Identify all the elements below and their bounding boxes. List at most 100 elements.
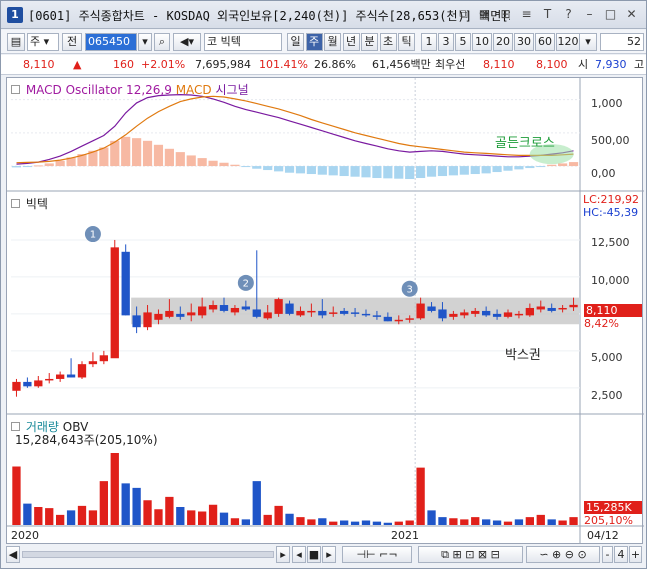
- volume-bar: [66, 510, 76, 525]
- volume-bar: [438, 517, 447, 525]
- candle-body: [503, 312, 513, 317]
- panel-toggle-icon[interactable]: [11, 85, 20, 94]
- oscillator-bar: [339, 166, 349, 177]
- interval-button-3[interactable]: 3: [438, 33, 454, 51]
- interval-dropdown-icon[interactable]: ▾: [579, 33, 597, 51]
- volume-bar: [176, 507, 185, 525]
- code-dropdown-icon[interactable]: ▾: [138, 33, 152, 51]
- candle-body: [132, 315, 141, 328]
- volume-bar: [263, 514, 272, 525]
- volume-bar: [45, 508, 54, 525]
- interval-button-5[interactable]: 5: [455, 33, 471, 51]
- candle-body: [471, 310, 480, 314]
- zoom-in-button[interactable]: +: [629, 546, 642, 563]
- zoom-tools-icon[interactable]: ∽ ⊕ ⊖ ⊙: [526, 546, 600, 563]
- search-icon[interactable]: ⌕: [154, 33, 170, 51]
- candle-body: [34, 380, 43, 387]
- interval-button-1[interactable]: 1: [421, 33, 437, 51]
- volume-bar: [340, 520, 349, 525]
- bottom-nav-bar: ◀ ▸ ◂ ■ ▸ ⊣⊢ ⌐¬ ⧉ ⊞ ⊡ ⊠ ⊟ ∽ ⊕ ⊖ ⊙ - 4 +: [6, 544, 643, 566]
- candle-body: [361, 313, 371, 316]
- candle-body: [230, 307, 240, 313]
- period-button-5[interactable]: 초: [379, 33, 397, 51]
- period-button-1[interactable]: 주: [305, 33, 323, 51]
- signal-series-label: 시그널: [215, 83, 249, 97]
- oscillator-bar: [121, 136, 131, 167]
- grid-icon[interactable]: ⊞: [497, 6, 514, 23]
- volume-bar: [154, 509, 163, 525]
- period-button-6[interactable]: 틱: [398, 33, 415, 51]
- interval-button-120[interactable]: 120: [556, 33, 580, 51]
- step-back-icon[interactable]: ◂: [292, 546, 306, 563]
- candle-body: [416, 303, 425, 319]
- volume-bar: [296, 517, 305, 525]
- count-input[interactable]: 52: [600, 33, 644, 51]
- scroll-left-icon[interactable]: ◀: [6, 546, 20, 563]
- volume-bar: [525, 517, 534, 525]
- oscillator-bar: [252, 166, 262, 169]
- interval-button-60[interactable]: 60: [535, 33, 555, 51]
- prev-button[interactable]: 전: [62, 33, 82, 51]
- play-back-icon[interactable]: ▸: [276, 546, 290, 563]
- candle-body: [394, 319, 403, 322]
- stop-icon[interactable]: ■: [307, 546, 321, 563]
- volume-value: 7,695,984: [195, 58, 251, 71]
- macd-series-label: MACD: [175, 83, 212, 97]
- view-tools-icon[interactable]: ⧉ ⊞ ⊡ ⊠ ⊟: [418, 546, 523, 563]
- candle-body: [12, 381, 21, 391]
- speaker-icon[interactable]: ◀▾: [173, 33, 201, 51]
- price-panel-toggle-icon[interactable]: [11, 199, 20, 208]
- oscillator-bar: [197, 158, 207, 167]
- zoom-level-value[interactable]: 4: [614, 546, 628, 563]
- stock-name-field[interactable]: 코 빅텍: [204, 33, 282, 51]
- scrollbar-track[interactable]: [22, 551, 274, 558]
- minimize-icon[interactable]: –: [581, 6, 598, 23]
- draw-tools-icon[interactable]: ⊣⊢ ⌐¬: [342, 546, 412, 563]
- oscillator-bar: [11, 166, 22, 168]
- period-button-3[interactable]: 년: [342, 33, 360, 51]
- lc-label: LC:219,92: [583, 193, 640, 206]
- zoom-out-button[interactable]: -: [602, 546, 613, 563]
- window-number: 1: [7, 7, 23, 23]
- calculator-icon[interactable]: ▦: [476, 6, 493, 23]
- period-button-2[interactable]: 월: [324, 33, 341, 51]
- candle-body: [187, 312, 196, 316]
- code-input[interactable]: 065450: [85, 33, 137, 51]
- layout-icon[interactable]: ▤: [7, 33, 25, 51]
- interval-button-10[interactable]: 10: [472, 33, 492, 51]
- candle-body: [143, 312, 152, 328]
- candle-body: [449, 313, 458, 317]
- toolbar: ▤ 주 ▾ 전 065450 ▾ ⌕ ◀▾ 코 빅텍 ▾ 52 일주월년분초틱1…: [1, 30, 646, 54]
- period-button-0[interactable]: 일: [287, 33, 304, 51]
- chart-area[interactable]: 1 2 3 MACD Oscillator 12,26,9 MACD 시그널 골든크…: [6, 77, 644, 545]
- play-forward-icon[interactable]: ▸: [322, 546, 336, 563]
- volume-value-label: 15,284,643주(205,10%): [15, 433, 158, 447]
- volume-bar: [492, 520, 502, 525]
- oscillator-bar: [153, 144, 164, 167]
- type-select[interactable]: 주 ▾: [27, 33, 59, 51]
- volume-panel-toggle-icon[interactable]: [11, 422, 20, 431]
- oscillator-bar: [383, 166, 393, 179]
- settings-icon[interactable]: ≡: [518, 6, 535, 23]
- oscillator-bar: [492, 166, 502, 173]
- volume-bar: [449, 518, 458, 525]
- font-icon[interactable]: T: [539, 6, 556, 23]
- candle-body: [438, 309, 447, 319]
- volume-bar: [241, 519, 250, 525]
- help-icon[interactable]: ?: [560, 6, 577, 23]
- oscillator-bar: [481, 166, 491, 174]
- restore-icon[interactable]: ⧉: [455, 6, 472, 23]
- close-icon[interactable]: ✕: [623, 6, 640, 23]
- volume-bar: [165, 496, 174, 525]
- oscillator-bar: [33, 165, 43, 167]
- volume-bar: [143, 500, 152, 525]
- volume-bar: [99, 481, 108, 525]
- oscillator-bar: [295, 166, 306, 174]
- interval-button-30[interactable]: 30: [514, 33, 534, 51]
- interval-button-20[interactable]: 20: [493, 33, 513, 51]
- candle-body: [350, 312, 360, 314]
- oscillator-bar: [142, 140, 153, 167]
- period-button-4[interactable]: 분: [361, 33, 378, 51]
- maximize-icon[interactable]: □: [602, 6, 619, 23]
- oscillator-bar: [448, 166, 458, 176]
